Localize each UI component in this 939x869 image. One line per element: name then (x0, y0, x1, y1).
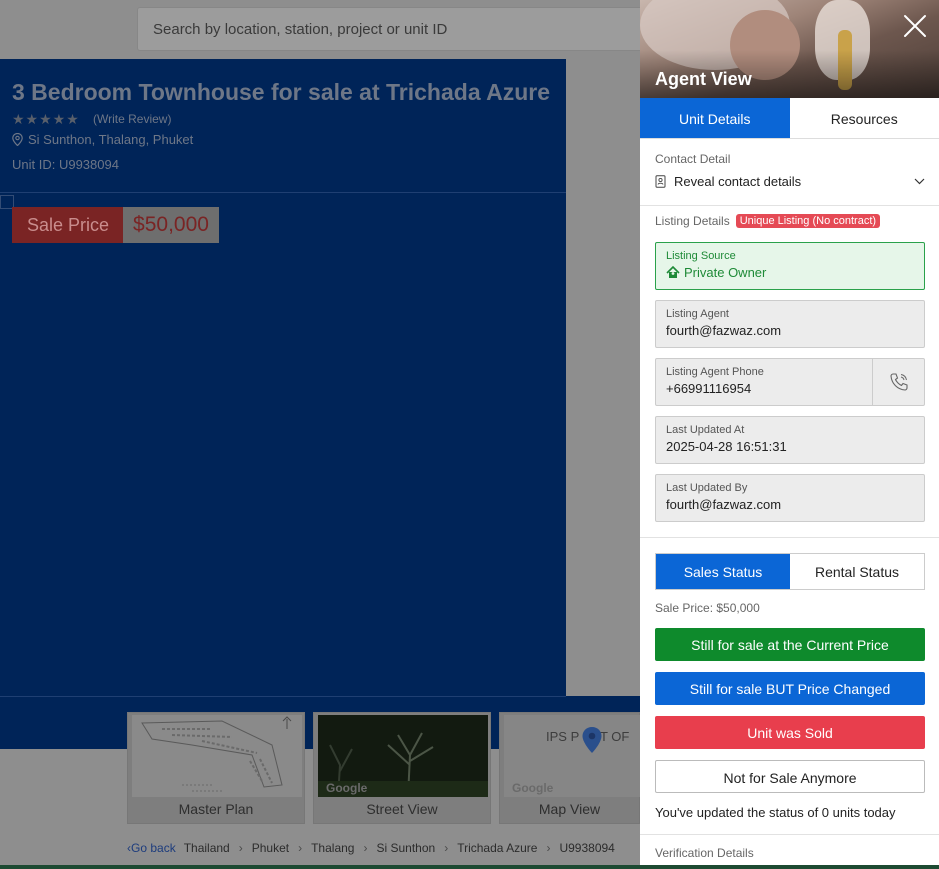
contact-detail-label: Contact Detail (655, 152, 731, 166)
listing-details-header: Listing Details Unique Listing (No contr… (655, 214, 881, 228)
sale-price-badge: Sale Price $50,000 (12, 207, 219, 243)
map-view-image: IPS P KET OF Google (504, 715, 641, 797)
listing-title: 3 Bedroom Townhouse for sale at Trichada… (12, 79, 551, 105)
reveal-contact-toggle[interactable]: Reveal contact details (655, 174, 925, 189)
street-view-image: Google (318, 715, 488, 797)
listing-hero: 3 Bedroom Townhouse for sale at Trichada… (0, 59, 566, 749)
chevron-right-icon: › (546, 841, 551, 855)
chevron-right-icon: › (444, 841, 449, 855)
google-logo: Google (326, 781, 368, 795)
listing-source-field: Listing Source Private Owner (655, 242, 925, 290)
field-label: Last Updated At (666, 424, 745, 436)
breadcrumb-item[interactable]: Thailand (184, 841, 230, 855)
close-icon[interactable] (902, 13, 928, 39)
hero-divider-bottom (0, 696, 566, 697)
breadcrumb-item[interactable]: Trichada Azure (457, 841, 537, 855)
house-person-icon (666, 266, 680, 278)
chevron-right-icon: › (238, 841, 243, 855)
location-pin-icon (12, 132, 23, 147)
panel-header: Agent View (640, 0, 939, 98)
master-plan-image (132, 715, 302, 797)
not-for-sale-anymore-button[interactable]: Not for Sale Anymore (655, 760, 925, 793)
call-phone-button[interactable] (872, 359, 924, 405)
last-updated-at-field: Last Updated At 2025-04-28 16:51:31 (655, 416, 925, 464)
section-divider (640, 537, 939, 538)
breadcrumb-item[interactable]: Si Sunthon (376, 841, 435, 855)
field-value: fourth@fazwaz.com (666, 323, 782, 338)
tab-unit-details[interactable]: Unit Details (640, 98, 790, 138)
breadcrumb-item[interactable]: Phuket (252, 841, 289, 855)
thumbnail-caption: Map View (538, 801, 601, 817)
unique-listing-badge: Unique Listing (No contract) (735, 214, 881, 228)
location-text: Si Sunthon, Thalang, Phuket (28, 132, 194, 147)
section-divider (640, 834, 939, 835)
thumbnail-map-view[interactable]: IPS P KET OF Google Map View (499, 712, 641, 824)
chevron-down-icon (914, 178, 925, 185)
unit-was-sold-button[interactable]: Unit was Sold (655, 716, 925, 749)
sale-price-value: $50,000 (123, 207, 219, 243)
bottom-edge-bar (0, 865, 939, 869)
contact-book-icon (655, 175, 666, 188)
listing-location: Si Sunthon, Thalang, Phuket (12, 132, 193, 147)
panel-tabs: Unit Details Resources (640, 98, 939, 139)
chevron-right-icon: › (363, 841, 368, 855)
go-back-link[interactable]: ‹Go back (127, 841, 176, 855)
listing-agent-phone-field: Listing Agent Phone +66991116954 (655, 358, 925, 406)
map-pin-icon (582, 727, 602, 753)
field-value: fourth@fazwaz.com (666, 497, 782, 512)
field-label: Last Updated By (666, 482, 748, 494)
field-value: 2025-04-28 16:51:31 (666, 439, 787, 454)
field-label: Listing Source (666, 250, 736, 262)
verification-details-label: Verification Details (655, 846, 754, 860)
agent-view-panel: Agent View Unit Details Resources Contac… (640, 0, 939, 865)
still-for-sale-price-changed-button[interactable]: Still for sale BUT Price Changed (655, 672, 925, 705)
thumbnail-caption: Master Plan (178, 801, 254, 817)
tab-rental-status[interactable]: Rental Status (790, 554, 924, 589)
status-tabs: Sales Status Rental Status (655, 553, 925, 590)
panel-title: Agent View (655, 69, 752, 89)
phone-icon (889, 373, 908, 391)
search-input[interactable]: Search by location, station, project or … (137, 7, 657, 51)
thumbnail-street-view[interactable]: Google Street View (313, 712, 491, 824)
listing-details-label: Listing Details (655, 214, 730, 228)
master-plan-drawing (141, 716, 292, 792)
search-placeholder: Search by location, station, project or … (153, 21, 448, 38)
field-label: Listing Agent (666, 308, 729, 320)
thumbnail-caption: Street View (366, 801, 438, 817)
current-sale-price: Sale Price: $50,000 (655, 601, 760, 615)
thumbnail-master-plan[interactable]: Master Plan (127, 712, 305, 824)
rating-stars[interactable]: ★★★★★ (12, 111, 80, 128)
listing-agent-field: Listing Agent fourth@fazwaz.com (655, 300, 925, 348)
go-back-label: Go back (131, 841, 176, 855)
reveal-contact-label: Reveal contact details (674, 174, 802, 189)
breadcrumb-item[interactable]: Thalang (311, 841, 354, 855)
units-updated-note: You've updated the status of 0 units tod… (655, 805, 896, 820)
tab-sales-status[interactable]: Sales Status (656, 554, 790, 589)
chevron-right-icon: › (298, 841, 303, 855)
contact-detail-section: Contact Detail Reveal contact details (655, 152, 925, 189)
field-value: Private Owner (666, 265, 914, 280)
last-updated-by-field: Last Updated By fourth@fazwaz.com (655, 474, 925, 522)
google-logo: Google (512, 781, 554, 795)
write-review-link[interactable]: (Write Review) (93, 112, 171, 126)
listing-source-value: Private Owner (684, 265, 767, 280)
breadcrumb-item: U9938094 (559, 841, 615, 855)
sale-price-label: Sale Price (12, 207, 124, 243)
hero-divider (0, 192, 566, 193)
breadcrumb: ‹Go back Thailand › Phuket › Thalang › S… (127, 841, 615, 855)
tab-resources[interactable]: Resources (789, 98, 939, 138)
still-for-sale-current-price-button[interactable]: Still for sale at the Current Price (655, 628, 925, 661)
section-divider (640, 205, 939, 206)
unit-id: Unit ID: U9938094 (12, 157, 119, 172)
